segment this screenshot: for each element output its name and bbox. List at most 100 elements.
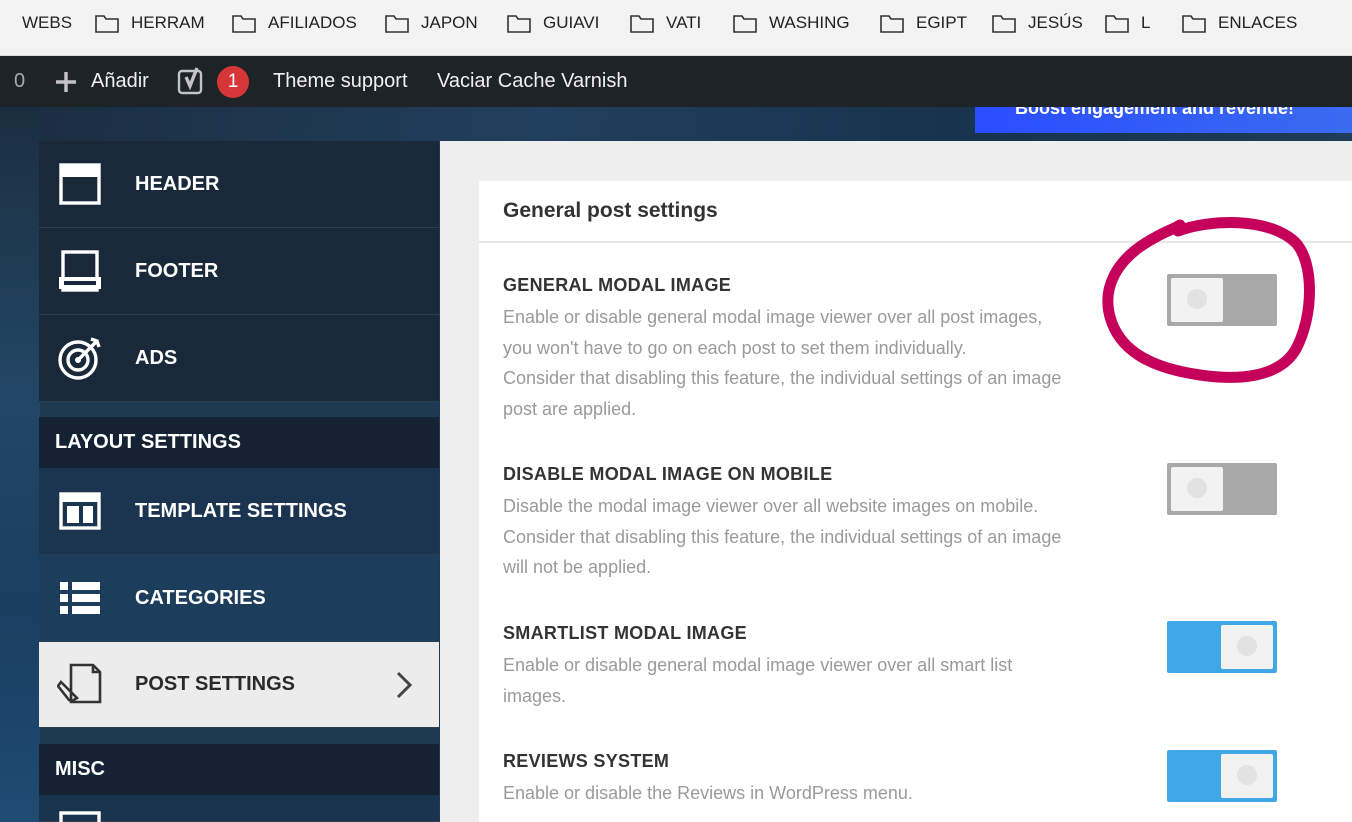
settings-card: General post settings GENERAL MODAL IMAG… [479, 181, 1352, 822]
sidebar-section-layout: LAYOUT SETTINGS [39, 417, 439, 468]
comment-count[interactable]: 0 [14, 56, 25, 107]
sidebar-item-label: CATEGORIES [135, 586, 266, 609]
folder-icon [992, 14, 1016, 33]
description-line: Consider that disabling this feature, th… [503, 526, 1062, 547]
footer-layout-icon [57, 249, 103, 293]
sidebar-item-label: TEMPLATE SETTINGS [135, 499, 347, 522]
toggle-knob [1221, 754, 1273, 798]
folder-icon [880, 14, 904, 33]
admin-bar: 0 Añadir 1 Theme support Vaciar Cache Va… [0, 56, 1352, 107]
setting-title: SMARTLIST MODAL IMAGE [503, 623, 747, 643]
notification-badge: 1 [217, 65, 249, 98]
add-new-label: Añadir [91, 70, 149, 92]
bookmark-label: L [1141, 13, 1151, 32]
sidebar-item-ads[interactable]: ADS [39, 315, 439, 402]
bookmark-label: WEBS [22, 13, 73, 32]
folder-icon [95, 14, 119, 33]
bookmark-label: AFILIADOS [268, 13, 357, 32]
bookmark-folder[interactable]: L [1105, 13, 1150, 33]
bookmark-label: JESÚS [1028, 13, 1083, 32]
folder-icon [1105, 14, 1129, 33]
sidebar-section-misc: MISC [39, 744, 439, 795]
sidebar-item-label: HEADER [135, 172, 220, 195]
bookmarks-bar: WEBS HERRAM AFILIADOS JAPON GUIAVI VATI … [0, 0, 1352, 56]
main-content: General post settings GENERAL MODAL IMAG… [440, 141, 1352, 822]
bookmark-webs[interactable]: WEBS [22, 13, 72, 33]
bookmark-folder[interactable]: ENLACES [1182, 13, 1297, 33]
sidebar-item-misc-next[interactable] [39, 795, 439, 822]
varnish-purge-link[interactable]: Vaciar Cache Varnish [437, 56, 627, 107]
promo-text: Boost engagement and revenue! [1015, 107, 1295, 118]
sidebar-item-post-settings[interactable]: POST SETTINGS [39, 642, 439, 728]
bookmark-folder[interactable]: JESÚS [992, 13, 1083, 33]
bookmark-folder[interactable]: JAPON [385, 13, 478, 33]
section-title: LAYOUT SETTINGS [55, 431, 241, 453]
setting-description: Enable or disable general modal image vi… [503, 302, 1143, 424]
bookmark-label: JAPON [421, 13, 478, 32]
plus-icon [56, 71, 76, 92]
sidebar-item-header[interactable]: HEADER [39, 141, 439, 228]
sidebar-item-footer[interactable]: FOOTER [39, 228, 439, 315]
toggle-knob [1171, 467, 1223, 511]
yoast-menu[interactable]: 1 [177, 56, 249, 107]
sidebar-item-template-settings[interactable]: TEMPLATE SETTINGS [39, 468, 439, 555]
bookmark-label: EGIPT [916, 13, 968, 32]
description-line: Enable or disable general modal image vi… [503, 307, 1043, 327]
reviews-system-toggle[interactable] [1167, 750, 1277, 802]
card-title-text: General post settings [503, 199, 718, 222]
bookmark-folder[interactable]: VATI [630, 13, 701, 33]
page-background-strip [0, 107, 40, 822]
bookmark-folder[interactable]: EGIPT [880, 13, 967, 33]
folder-icon [385, 14, 409, 33]
varnish-label: Vaciar Cache Varnish [437, 70, 628, 92]
bookmark-folder[interactable]: WASHING [733, 13, 850, 33]
list-icon [57, 576, 103, 620]
folder-icon [630, 14, 654, 33]
comment-count-label: 0 [14, 70, 26, 92]
sidebar-item-label: FOOTER [135, 259, 219, 282]
misc-item-icon [57, 809, 103, 822]
setting-general-modal-image: GENERAL MODAL IMAGE Enable or disable ge… [503, 275, 1143, 424]
theme-options-sidebar: HEADER FOOTER ADS LAYOUT SETTINGS TEMPLA… [39, 141, 439, 822]
description-line: post are applied. [503, 398, 637, 419]
toggle-knob [1221, 625, 1273, 669]
bookmark-label: WASHING [769, 13, 850, 32]
promo-banner[interactable]: Boost engagement and revenue! [975, 107, 1352, 133]
bookmark-label: VATI [666, 13, 702, 32]
setting-smartlist-modal-image: SMARTLIST MODAL IMAGE Enable or disable … [503, 623, 1143, 711]
chevron-right-icon [396, 671, 413, 698]
bookmark-label: ENLACES [1218, 13, 1298, 32]
folder-icon [232, 14, 256, 33]
folder-icon [1182, 14, 1206, 33]
smartlist-modal-image-toggle[interactable] [1167, 621, 1277, 673]
setting-description: Enable or disable general modal image vi… [503, 650, 1143, 711]
description-line: images. [503, 685, 567, 706]
theme-support-link[interactable]: Theme support [273, 56, 408, 107]
bookmark-label: GUIAVI [543, 13, 600, 32]
sidebar-item-label: POST SETTINGS [135, 673, 296, 695]
general-modal-image-toggle[interactable] [1167, 274, 1277, 326]
description-line: Consider that disabling this feature, th… [503, 368, 1062, 388]
disable-modal-mobile-toggle[interactable] [1167, 463, 1277, 515]
bookmark-folder[interactable]: HERRAM [95, 13, 205, 33]
setting-reviews-system: REVIEWS SYSTEM Enable or disable the Rev… [503, 751, 1143, 809]
description-line: Enable or disable the Reviews in WordPre… [503, 783, 913, 803]
setting-disable-modal-mobile: DISABLE MODAL IMAGE ON MOBILE Disable th… [503, 464, 1143, 583]
header-layout-icon [57, 162, 103, 206]
description-line: will not be applied. [503, 557, 652, 577]
setting-title: DISABLE MODAL IMAGE ON MOBILE [503, 464, 833, 484]
bookmark-folder[interactable]: AFILIADOS [232, 13, 357, 33]
setting-description: Disable the modal image viewer over all … [503, 491, 1143, 583]
description-line: you won't have to go on each post to set… [503, 337, 967, 358]
setting-title: REVIEWS SYSTEM [503, 751, 670, 771]
setting-description: Enable or disable the Reviews in WordPre… [503, 778, 1143, 809]
section-title: MISC [55, 758, 105, 780]
sidebar-item-categories[interactable]: CATEGORIES [39, 555, 439, 642]
add-new-menu[interactable]: Añadir [55, 56, 149, 107]
bookmark-folder[interactable]: GUIAVI [507, 13, 599, 33]
bookmark-label: HERRAM [131, 13, 205, 32]
yoast-icon [177, 66, 203, 94]
theme-support-label: Theme support [273, 70, 408, 92]
folder-icon [733, 14, 757, 33]
toggle-knob [1171, 278, 1223, 322]
